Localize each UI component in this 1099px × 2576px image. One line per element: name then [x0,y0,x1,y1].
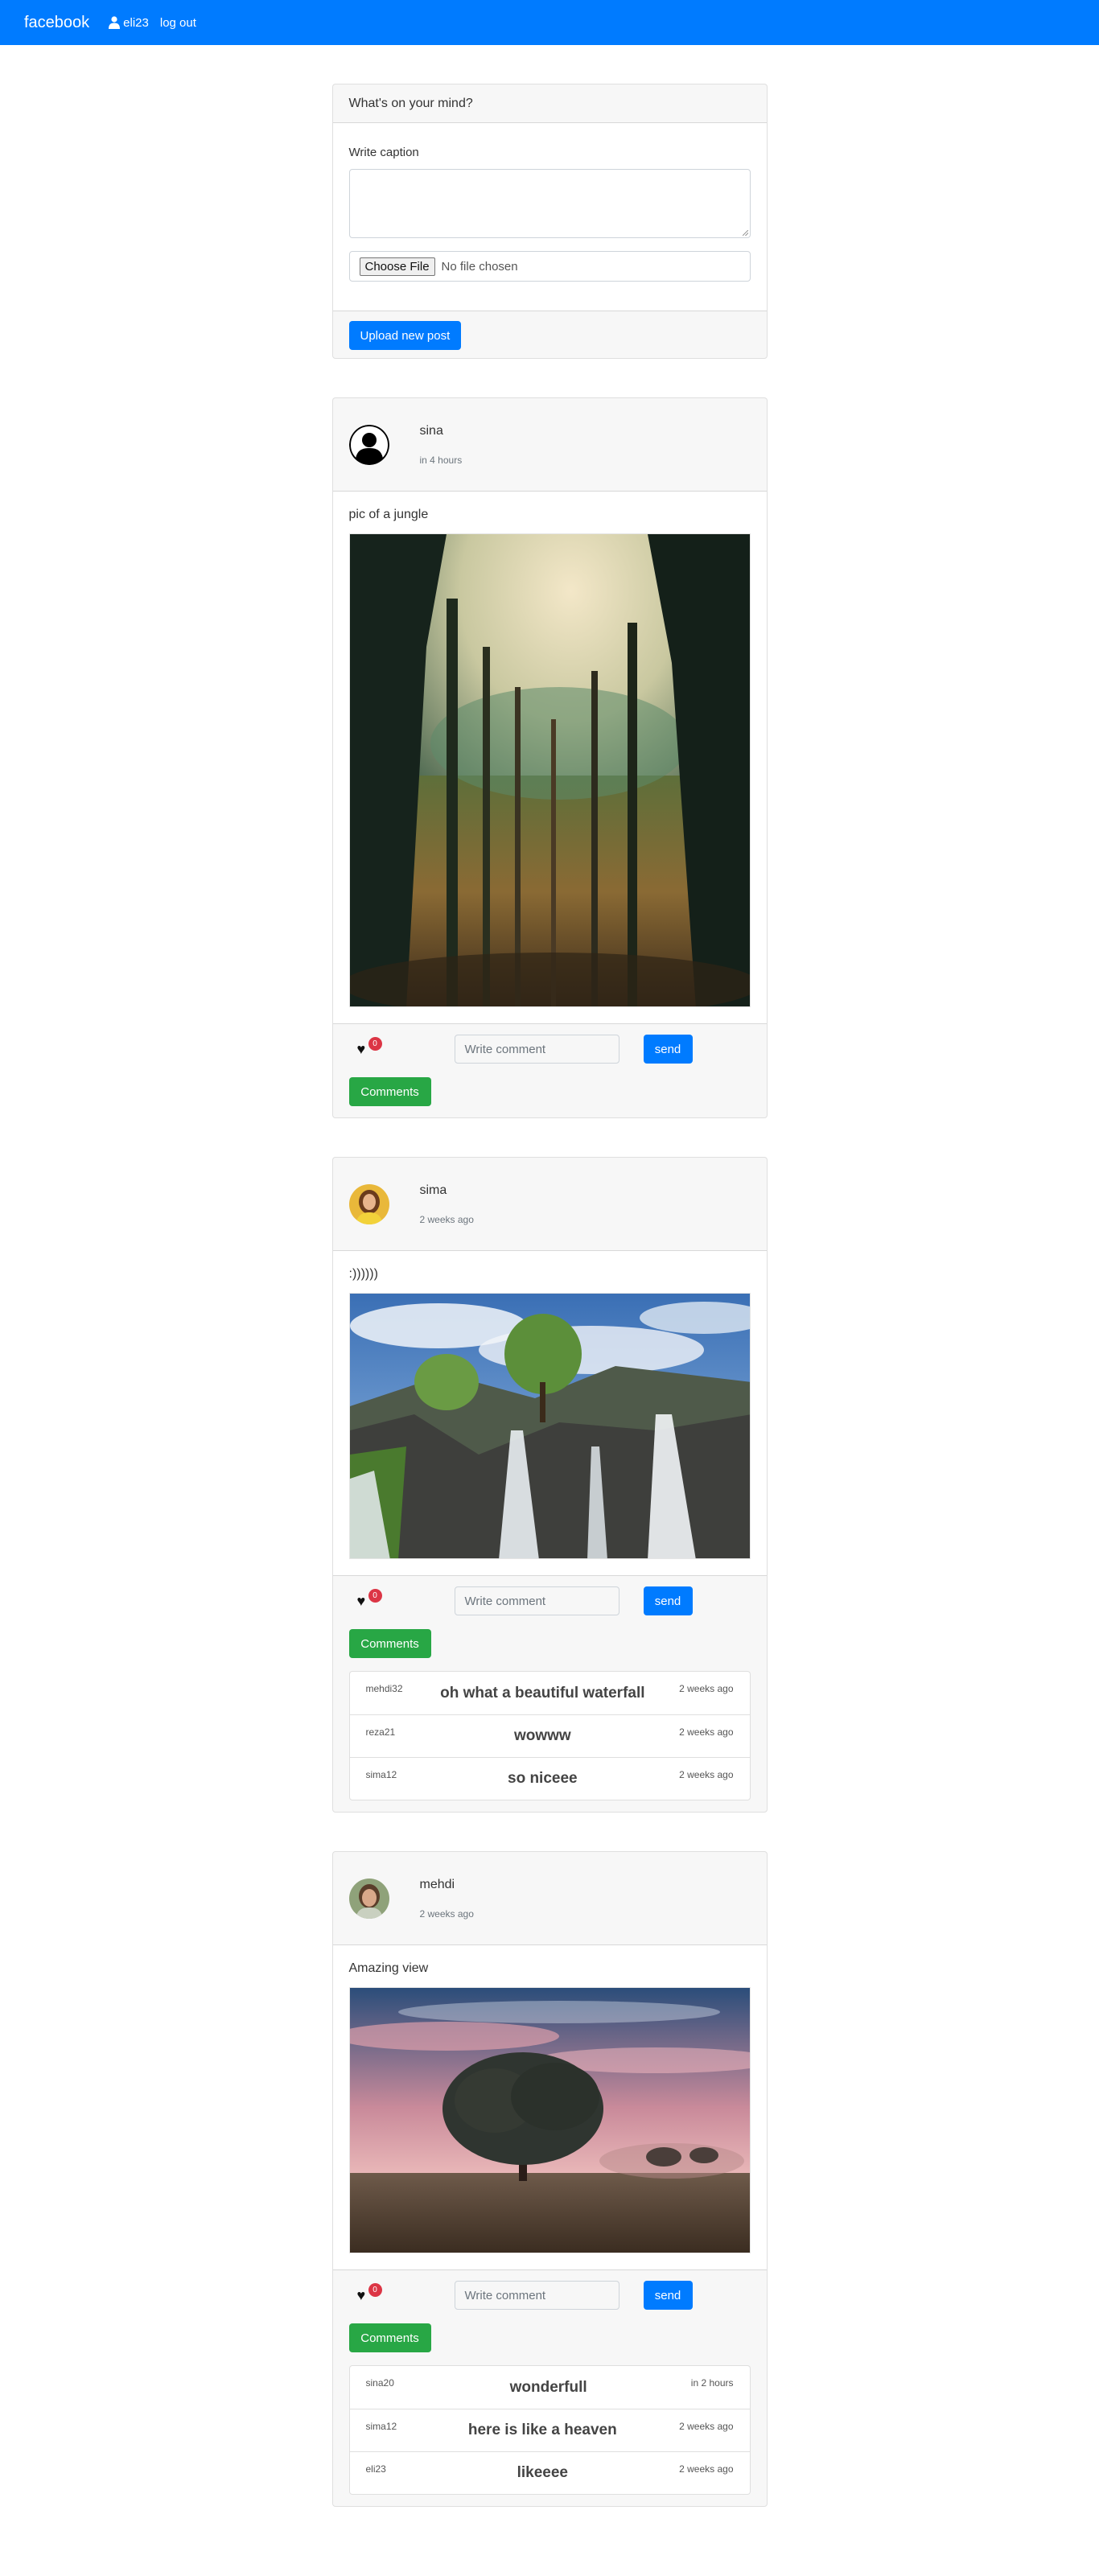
comment-item: eli23 likeeee 2 weeks ago [349,2451,750,2494]
heart-icon: ♥ [356,2287,366,2303]
post-card: sima 2 weeks ago :)))))) ♥ 0 Write comme… [331,1157,768,1813]
comment-input[interactable]: Write comment [454,1035,619,1064]
post-card: mehdi 2 weeks ago Amazing view ♥ 0 Write… [331,1851,768,2507]
post-author[interactable]: sima [420,1183,474,1198]
post-caption: :)))))) [348,1267,378,1281]
heart-icon: ♥ [356,1041,366,1057]
send-comment-button[interactable]: send [643,2281,693,2310]
comment-list: sina20 wonderfull in 2 hours sima12 here… [348,2365,751,2495]
avatar[interactable] [348,1183,389,1224]
caption-label: Write caption [348,146,419,159]
comment-author[interactable]: sima12 [366,2421,438,2432]
user-icon [109,16,121,29]
like-button[interactable]: ♥ 0 [357,1589,389,1613]
comments-toggle-button[interactable]: Comments [348,1629,431,1658]
default-avatar-icon [348,424,389,465]
comment-item: sina20 wonderfull in 2 hours [350,2366,750,2409]
new-post-card: What's on your mind? Write caption Choos… [331,84,768,359]
profile-link[interactable]: eli23 [109,16,149,30]
comment-input[interactable]: Write comment [454,1586,619,1615]
comment-time: 2 weeks ago [679,1726,734,1738]
no-file-text: No file chosen [441,259,518,274]
comment-text: oh what a beautiful waterfall [440,1684,645,1702]
comment-item: mehdi32 oh what a beautiful waterfall 2 … [350,1672,750,1714]
post-time: in 4 hours [419,454,463,466]
composer-header: What's on your mind? [332,84,767,123]
post-card: sina in 4 hours pic of a jungle ♥ 0 Writ… [331,397,768,1118]
file-input[interactable]: Choose File No file chosen [348,251,751,282]
post-author[interactable]: sina [420,424,463,438]
post-image [348,1293,751,1559]
logout-link[interactable]: log out [160,16,196,30]
like-count-badge: 0 [368,2283,382,2297]
comment-author[interactable]: mehdi32 [366,1683,438,1694]
comment-input[interactable]: Write comment [454,2281,619,2310]
post-image [348,1987,751,2253]
comment-text: so niceee [508,1770,578,1787]
post-caption: Amazing view [348,1961,429,1975]
comment-author[interactable]: sima12 [366,1769,438,1780]
nav-username: eli23 [123,15,149,30]
choose-file-button[interactable]: Choose File [359,257,435,276]
avatar[interactable] [348,1878,389,1919]
comments-toggle-button[interactable]: Comments [348,2323,431,2352]
comment-time: 2 weeks ago [679,2463,734,2475]
comments-toggle-button[interactable]: Comments [348,1077,431,1106]
comment-author[interactable]: eli23 [366,2463,438,2475]
top-navbar: facebook eli23 log out [0,0,1099,45]
send-comment-button[interactable]: send [643,1586,693,1615]
post-image [348,533,751,1007]
comment-time: 2 weeks ago [679,1683,734,1694]
comment-time: 2 weeks ago [679,2421,734,2432]
comment-list: mehdi32 oh what a beautiful waterfall 2 … [348,1671,751,1800]
comment-author[interactable]: sina20 [366,2377,438,2389]
comment-text: wonderfull [509,2378,587,2396]
post-time: 2 weeks ago [419,1907,474,1920]
brand-link[interactable]: facebook [24,14,89,32]
post-time: 2 weeks ago [419,1213,474,1225]
comment-author[interactable]: reza21 [366,1726,438,1738]
avatar[interactable] [348,424,389,465]
caption-textarea[interactable] [348,169,751,238]
comment-item: reza21 wowww 2 weeks ago [349,1714,750,1757]
heart-icon: ♥ [356,1593,366,1609]
comment-item: sima12 here is like a heaven 2 weeks ago [349,2409,750,2451]
like-button[interactable]: ♥ 0 [357,1037,389,1061]
comment-item: sima12 so niceee 2 weeks ago [349,1757,750,1800]
comment-text: here is like a heaven [467,2422,617,2438]
send-comment-button[interactable]: send [643,1035,693,1064]
comment-text: wowww [513,1727,571,1744]
profile-photo [348,1183,389,1224]
post-caption: pic of a jungle [348,508,429,521]
like-count-badge: 0 [368,1589,382,1603]
like-button[interactable]: ♥ 0 [357,2283,389,2307]
comment-time: in 2 hours [690,2377,734,2389]
comment-text: likeeee [517,2464,568,2481]
profile-photo [348,1878,389,1919]
post-author[interactable]: mehdi [420,1878,474,1892]
like-count-badge: 0 [368,1037,382,1051]
upload-post-button[interactable]: Upload new post [348,321,462,350]
comment-time: 2 weeks ago [679,1769,734,1780]
